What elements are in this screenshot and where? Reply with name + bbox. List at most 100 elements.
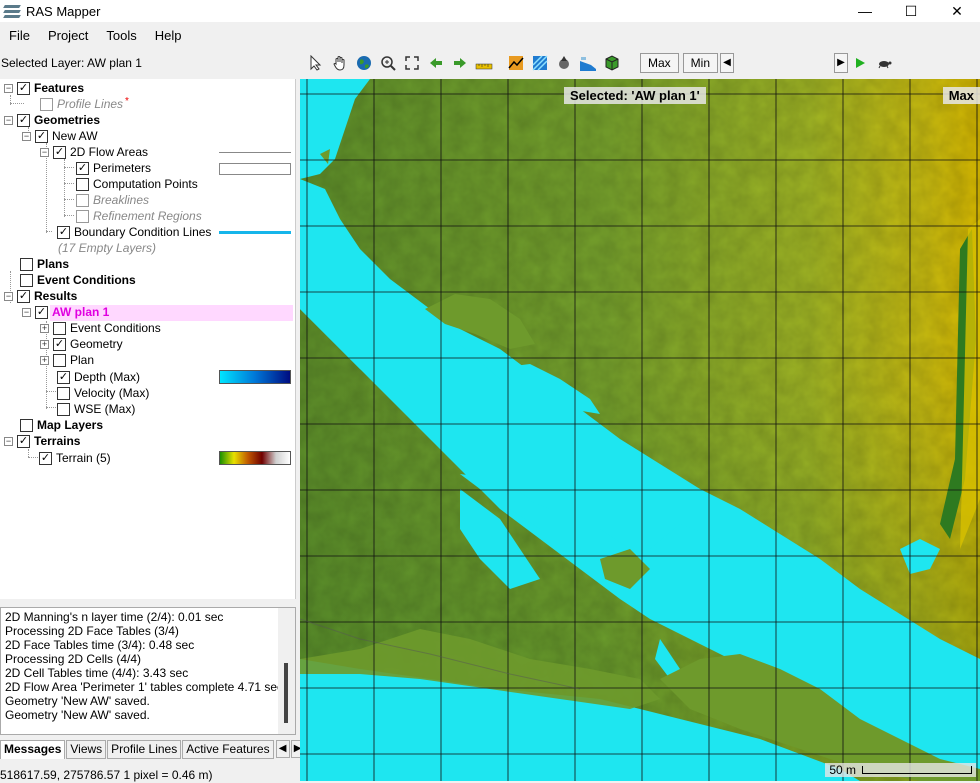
flow-icon[interactable] [576,52,600,74]
velocity-max-checkbox[interactable] [57,386,70,400]
tree-bc-lines[interactable]: ✓ Boundary Condition Lines [57,224,211,240]
new-aw-checkbox[interactable]: ✓ [35,129,48,143]
event-conditions-checkbox[interactable] [20,273,33,287]
res-event-conditions-checkbox[interactable] [53,321,66,335]
tree-refinement-regions[interactable]: Refinement Regions [76,208,202,224]
tab-active-features[interactable]: Active Features [182,740,274,759]
messages-panel[interactable]: 2D Manning's n layer time (2/4): 0.01 se… [0,607,296,735]
geometries-checkbox[interactable]: ✓ [17,113,30,127]
tab-profile-lines[interactable]: Profile Lines [107,740,182,759]
wse-max-checkbox[interactable] [57,402,70,416]
tree-event-conditions[interactable]: Event Conditions [20,272,136,288]
collapse-icon[interactable]: − [40,147,49,157]
tool-icon[interactable] [552,52,576,74]
results-checkbox[interactable]: ✓ [17,289,30,303]
zoom-in-icon[interactable] [376,52,400,74]
tree-perimeters[interactable]: ✓ Perimeters [76,160,151,176]
collapse-icon[interactable]: − [4,115,13,125]
layer-icon[interactable] [528,52,552,74]
map-canvas[interactable] [300,79,980,781]
tree-computation-points[interactable]: Computation Points [76,176,198,192]
plans-checkbox[interactable] [20,257,33,271]
depth-max-checkbox[interactable]: ✓ [57,370,70,384]
play-icon[interactable] [848,52,872,74]
tree-res-plan[interactable]: + Plan [40,352,94,368]
messages-scrollbar[interactable] [278,608,295,734]
tree-features[interactable]: − ✓ Features [4,80,84,96]
tree-terrains[interactable]: − ✓ Terrains [4,433,80,449]
profile-lines-checkbox[interactable] [40,97,53,111]
tree-results[interactable]: − ✓ Results [4,288,77,304]
results-label: Results [34,289,78,303]
zoom-extent-icon[interactable] [400,52,424,74]
terrain-checkbox[interactable]: ✓ [39,451,52,465]
tree-profile-lines[interactable]: Profile Lines * [40,96,129,112]
expand-icon[interactable]: + [40,355,49,365]
tree-geometries[interactable]: − ✓ Geometries [4,112,100,128]
minimize-button[interactable]: — [842,0,888,22]
tree-res-geometry[interactable]: + ✓ Geometry [40,336,123,352]
terrains-label: Terrains [34,434,81,448]
menu-file[interactable]: File [0,26,39,46]
globe-icon[interactable] [352,52,376,74]
tab-messages[interactable]: Messages [0,740,66,759]
tree-res-event-conditions[interactable]: + Event Conditions [40,320,161,336]
tree-velocity-max[interactable]: Velocity (Max) [57,385,149,401]
tab-views[interactable]: Views [66,740,107,759]
pan-hand-icon[interactable] [328,52,352,74]
res-plan-checkbox[interactable] [53,353,66,367]
tree-2d-flow-areas[interactable]: − ✓ 2D Flow Areas [40,144,148,160]
collapse-icon[interactable]: − [4,291,13,301]
collapse-icon[interactable]: − [4,436,13,446]
tree-breaklines[interactable]: Breaklines [76,192,149,208]
time-left-button[interactable]: ◀ [720,53,735,73]
time-right-button[interactable]: ▶ [834,53,849,73]
min-button[interactable]: Min [682,53,719,73]
tree-terrain-5[interactable]: ✓ Terrain (5) [39,450,111,466]
features-checkbox[interactable]: ✓ [17,81,30,95]
bc-lines-label: Boundary Condition Lines [74,225,212,239]
bc-lines-checkbox[interactable]: ✓ [57,225,70,239]
expand-icon[interactable]: + [40,323,49,333]
message-line: 2D Face Tables time (3/4): 0.48 sec [5,638,195,652]
tree-wse-max[interactable]: WSE (Max) [57,401,135,417]
breaklines-label: Breaklines [93,193,150,207]
res-geometry-checkbox[interactable]: ✓ [53,337,66,351]
tree-new-aw[interactable]: − ✓ New AW [22,128,98,144]
close-button[interactable]: ✕ [934,0,980,22]
tree-depth-max[interactable]: ✓ Depth (Max) [57,369,140,385]
measure-icon[interactable] [472,52,496,74]
back-arrow-icon[interactable] [424,52,448,74]
collapse-icon[interactable]: − [4,83,13,93]
tab-scroll-left-button[interactable]: ◀ [275,740,290,758]
computation-points-checkbox[interactable] [76,177,89,191]
map-view[interactable]: Selected: 'AW plan 1' Max 50 m [300,79,980,781]
tree-aw-plan-1[interactable]: − ✓ AW plan 1 [22,304,109,320]
map-layers-checkbox[interactable] [20,418,33,432]
profile-icon[interactable] [504,52,528,74]
scroll-thumb[interactable] [284,663,288,723]
profile-lines-label: Profile Lines [57,97,124,111]
refinement-regions-checkbox[interactable] [76,209,89,223]
terrains-checkbox[interactable]: ✓ [17,434,30,448]
collapse-icon[interactable]: − [22,307,31,317]
forward-arrow-icon[interactable] [448,52,472,74]
collapse-icon[interactable]: − [22,131,31,141]
maximize-button[interactable]: ☐ [888,0,934,22]
max-button[interactable]: Max [640,53,679,73]
aw-plan-checkbox[interactable]: ✓ [35,305,48,319]
title-bar: RAS Mapper — ☐ ✕ [0,0,980,22]
menu-help[interactable]: Help [146,26,191,46]
pointer-icon[interactable] [304,52,328,74]
tree-map-layers[interactable]: Map Layers [20,417,103,433]
menu-project[interactable]: Project [39,26,97,46]
tree-plans[interactable]: Plans [20,256,69,272]
time-slider[interactable] [734,53,834,73]
menu-tools[interactable]: Tools [97,26,145,46]
expand-icon[interactable]: + [40,339,49,349]
perimeters-checkbox[interactable]: ✓ [76,161,89,175]
turtle-icon[interactable] [872,52,896,74]
breaklines-checkbox[interactable] [76,193,89,207]
flow-areas-checkbox[interactable]: ✓ [53,145,66,159]
export-icon[interactable] [600,52,624,74]
